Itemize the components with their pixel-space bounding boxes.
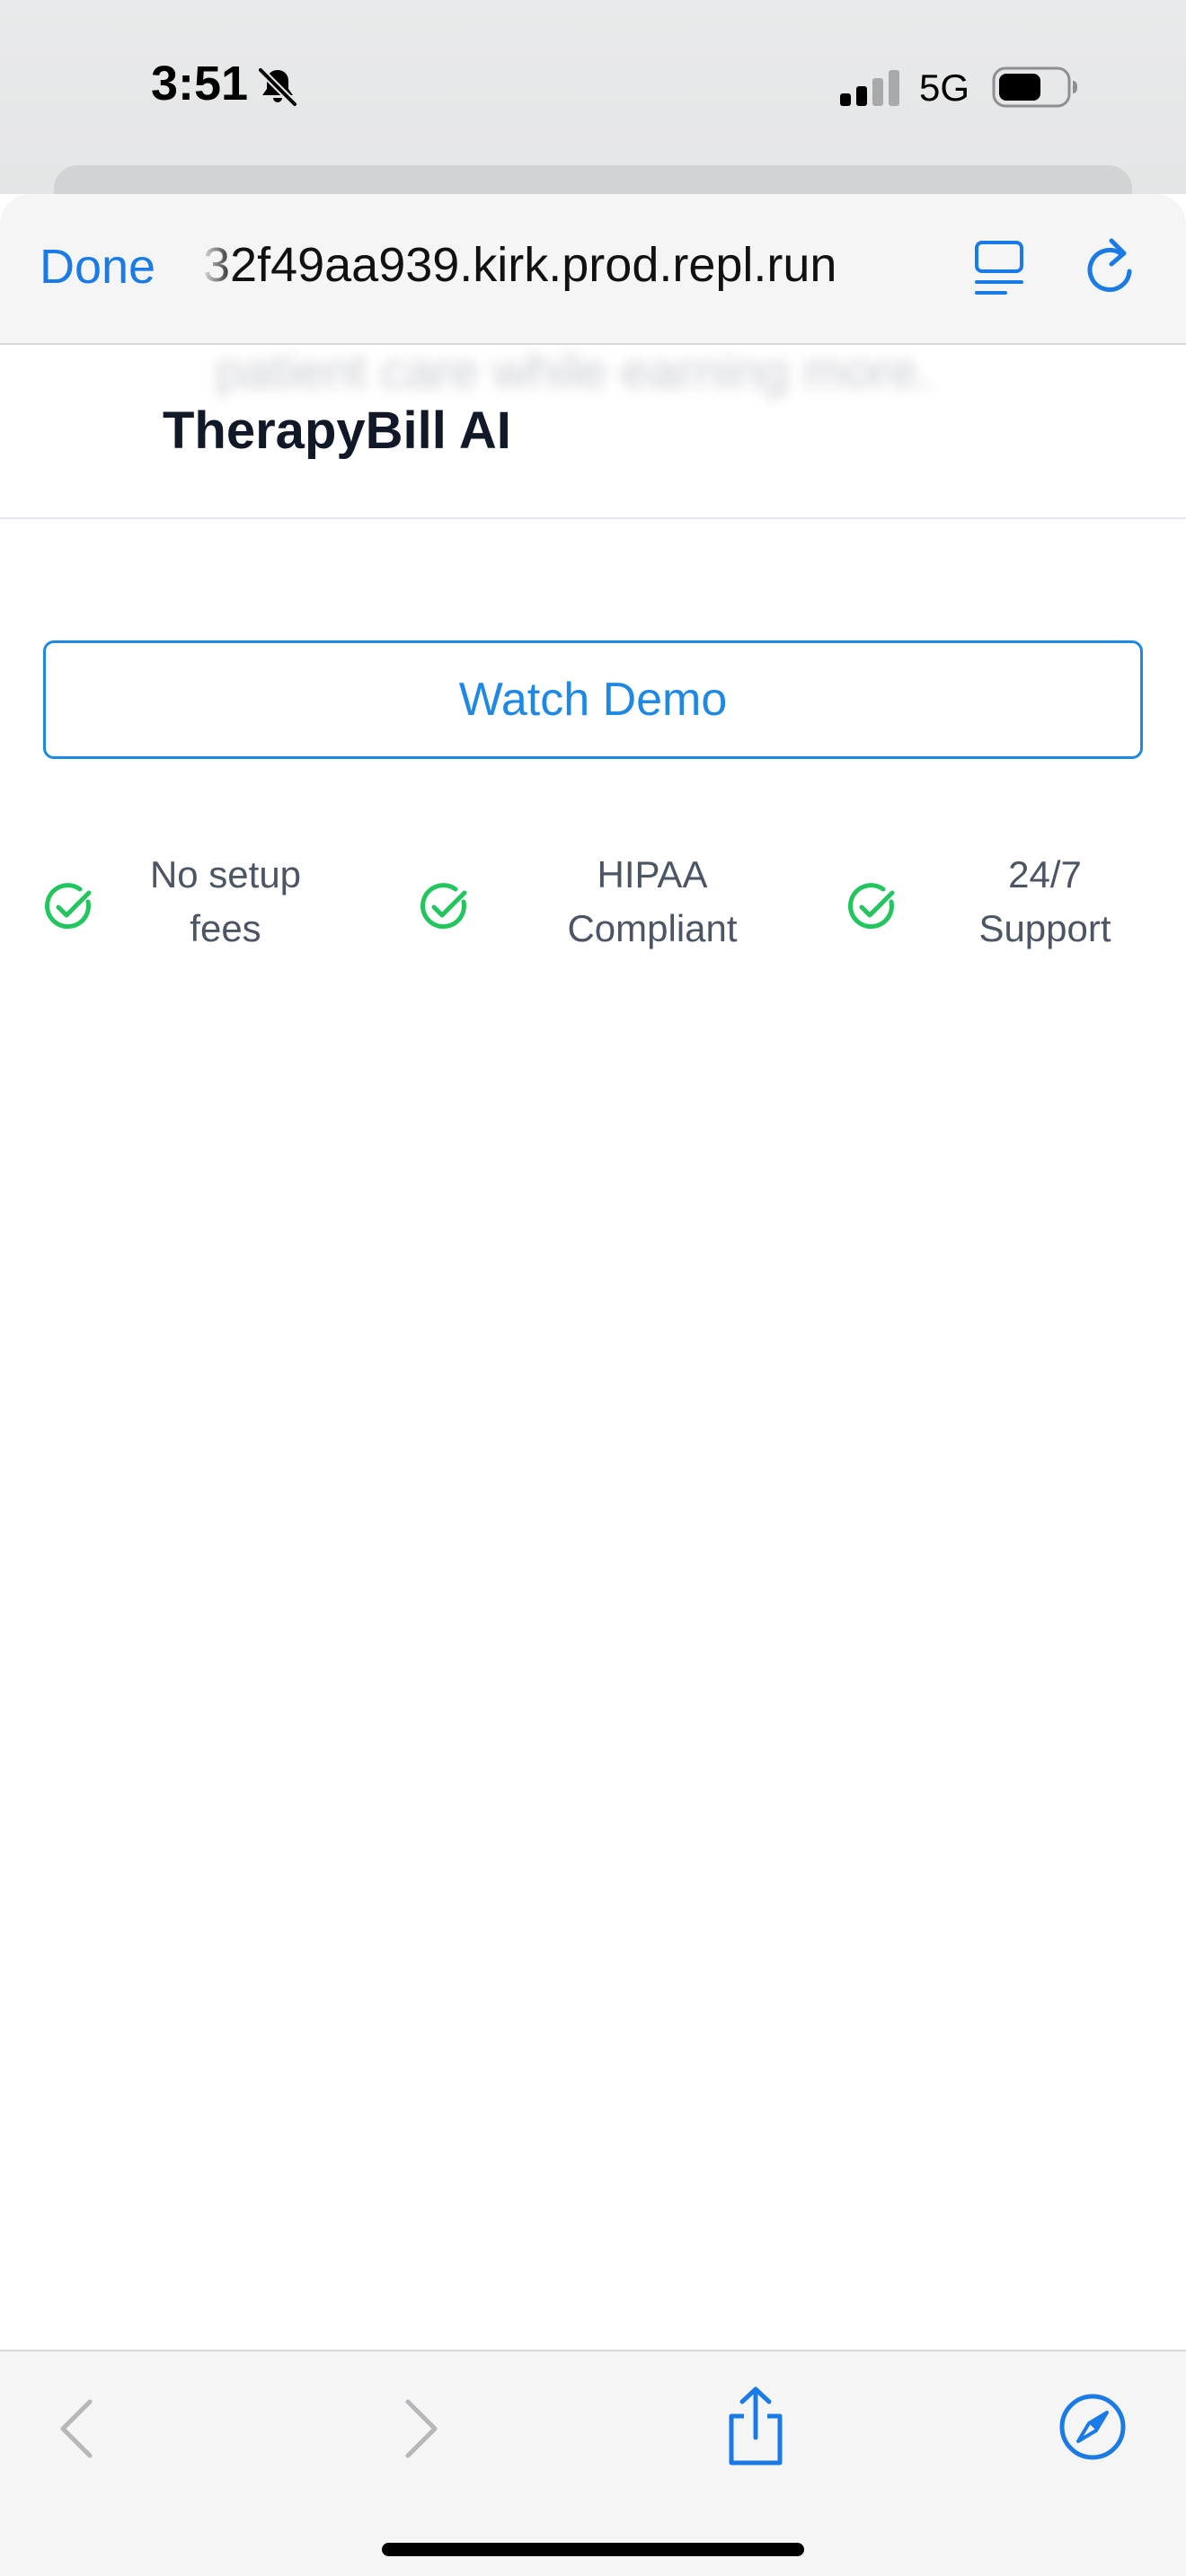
- screen: 3:51 5G Done 32f49aa939.kirk.prod.repl.r…: [0, 0, 1186, 2576]
- check-circle-icon: [847, 883, 895, 930]
- feature-label-line: HIPAA: [597, 853, 708, 895]
- compass-icon[interactable]: [1058, 2393, 1127, 2461]
- url-label[interactable]: 32f49aa939.kirk.prod.repl.run: [203, 237, 940, 293]
- status-bar: 3:51 5G: [0, 0, 1186, 219]
- site-header: patient care while earning more. Therapy…: [0, 345, 1186, 519]
- feature-label: HIPAA Compliant: [535, 848, 769, 956]
- watch-demo-button[interactable]: Watch Demo: [43, 640, 1143, 759]
- web-content: patient care while earning more. Therapy…: [0, 345, 1186, 2350]
- bell-slash-icon: [257, 66, 298, 108]
- reload-icon[interactable]: [1081, 237, 1140, 300]
- feature-label: 24/7 Support: [951, 848, 1139, 956]
- forward-chevron-icon[interactable]: [401, 2396, 442, 2461]
- feature-label: No setup fees: [149, 848, 302, 956]
- status-time: 3:51: [151, 57, 249, 110]
- back-chevron-icon[interactable]: [56, 2396, 97, 2461]
- share-icon[interactable]: [724, 2386, 787, 2466]
- url-fade: [199, 230, 235, 302]
- browser-top-bar: Done 32f49aa939.kirk.prod.repl.run: [0, 194, 1186, 345]
- browser-bottom-toolbar: [0, 2350, 1186, 2576]
- done-button[interactable]: Done: [40, 239, 155, 295]
- home-indicator[interactable]: [382, 2543, 804, 2556]
- feature-label-line: 24/7: [1008, 853, 1082, 895]
- feature-label-line: fees: [190, 907, 261, 949]
- feature-label-line: Compliant: [567, 907, 738, 949]
- brand-logo-text[interactable]: TherapyBill AI: [163, 401, 511, 461]
- reader-mode-icon[interactable]: [973, 239, 1027, 298]
- cellular-signal-icon: [840, 70, 899, 106]
- check-circle-icon: [420, 883, 467, 930]
- battery-icon: [992, 66, 1077, 108]
- network-type: 5G: [919, 66, 970, 109]
- feature-label-line: No setup: [149, 853, 302, 895]
- feature-label-line: Support: [978, 907, 1111, 949]
- check-circle-icon: [44, 883, 92, 930]
- scrolled-hero-text: patient care while earning more.: [216, 345, 932, 399]
